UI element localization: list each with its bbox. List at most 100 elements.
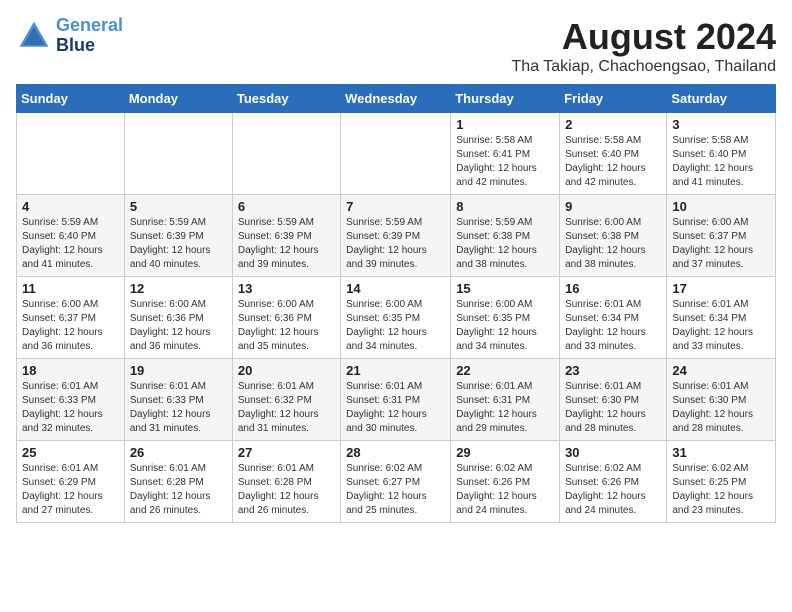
calendar-cell: 7 Sunrise: 5:59 AMSunset: 6:39 PMDaylight… — [341, 195, 451, 277]
day-number: 1 — [456, 117, 554, 132]
header-saturday: Saturday — [667, 85, 776, 113]
calendar-cell: 15 Sunrise: 6:00 AMSunset: 6:35 PMDayligh… — [451, 277, 560, 359]
day-info: Sunrise: 6:01 AMSunset: 6:30 PMDaylight:… — [565, 380, 661, 436]
day-info: Sunrise: 6:01 AMSunset: 6:29 PMDaylight:… — [22, 462, 119, 518]
calendar-cell — [341, 113, 451, 195]
day-info: Sunrise: 6:00 AMSunset: 6:38 PMDaylight:… — [565, 216, 661, 272]
calendar-cell: 21 Sunrise: 6:01 AMSunset: 6:31 PMDayligh… — [341, 359, 451, 441]
header-thursday: Thursday — [451, 85, 560, 113]
calendar-cell — [124, 113, 232, 195]
header-sunday: Sunday — [17, 85, 125, 113]
week-row-5: 25 Sunrise: 6:01 AMSunset: 6:29 PMDayligh… — [17, 441, 776, 523]
calendar-cell: 5 Sunrise: 5:59 AMSunset: 6:39 PMDaylight… — [124, 195, 232, 277]
day-number: 4 — [22, 199, 119, 214]
calendar-cell: 30 Sunrise: 6:02 AMSunset: 6:26 PMDayligh… — [560, 441, 667, 523]
day-info: Sunrise: 6:00 AMSunset: 6:37 PMDaylight:… — [672, 216, 770, 272]
day-number: 28 — [346, 445, 445, 460]
day-info: Sunrise: 6:01 AMSunset: 6:30 PMDaylight:… — [672, 380, 770, 436]
day-number: 30 — [565, 445, 661, 460]
calendar-cell: 22Sunrise: 6:01 AMSunset: 6:31 PMDayligh… — [451, 359, 560, 441]
logo-icon — [16, 18, 52, 54]
day-info: Sunrise: 6:01 AMSunset: 6:33 PMDaylight:… — [130, 380, 227, 436]
calendar-cell: 27Sunrise: 6:01 AMSunset: 6:28 PMDayligh… — [232, 441, 340, 523]
calendar-cell: 12 Sunrise: 6:00 AMSunset: 6:36 PMDayligh… — [124, 277, 232, 359]
day-info: Sunrise: 5:59 AMSunset: 6:39 PMDaylight:… — [130, 216, 227, 272]
page-header: General Blue August 2024 Tha Takiap, Cha… — [16, 16, 776, 76]
calendar-cell: 18 Sunrise: 6:01 AMSunset: 6:33 PMDayligh… — [17, 359, 125, 441]
day-number: 11 — [22, 281, 119, 296]
day-number: 29 — [456, 445, 554, 460]
week-row-4: 18 Sunrise: 6:01 AMSunset: 6:33 PMDayligh… — [17, 359, 776, 441]
day-number: 12 — [130, 281, 227, 296]
day-info: Sunrise: 6:00 AMSunset: 6:37 PMDaylight:… — [22, 298, 119, 354]
calendar-cell: 13Sunrise: 6:00 AMSunset: 6:36 PMDayligh… — [232, 277, 340, 359]
calendar-cell: 14Sunrise: 6:00 AMSunset: 6:35 PMDayligh… — [341, 277, 451, 359]
calendar-cell: 11 Sunrise: 6:00 AMSunset: 6:37 PMDayligh… — [17, 277, 125, 359]
calendar-cell: 19Sunrise: 6:01 AMSunset: 6:33 PMDayligh… — [124, 359, 232, 441]
calendar-cell: 3 Sunrise: 5:58 AMSunset: 6:40 PMDaylight… — [667, 113, 776, 195]
logo: General Blue — [16, 16, 123, 56]
calendar-subtitle: Tha Takiap, Chachoengsao, Thailand — [512, 58, 776, 76]
header-monday: Monday — [124, 85, 232, 113]
day-info: Sunrise: 6:00 AMSunset: 6:35 PMDaylight:… — [456, 298, 554, 354]
day-info: Sunrise: 6:02 AMSunset: 6:25 PMDaylight:… — [672, 462, 770, 518]
day-info: Sunrise: 6:00 AMSunset: 6:36 PMDaylight:… — [130, 298, 227, 354]
calendar-cell: 16 Sunrise: 6:01 AMSunset: 6:34 PMDayligh… — [560, 277, 667, 359]
day-info: Sunrise: 6:02 AMSunset: 6:27 PMDaylight:… — [346, 462, 445, 518]
day-info: Sunrise: 6:02 AMSunset: 6:26 PMDaylight:… — [456, 462, 554, 518]
day-number: 25 — [22, 445, 119, 460]
day-info: Sunrise: 6:01 AMSunset: 6:34 PMDaylight:… — [672, 298, 770, 354]
calendar-cell: 29 Sunrise: 6:02 AMSunset: 6:26 PMDayligh… — [451, 441, 560, 523]
day-number: 17 — [672, 281, 770, 296]
day-info: Sunrise: 5:59 AMSunset: 6:39 PMDaylight:… — [346, 216, 445, 272]
day-info: Sunrise: 6:01 AMSunset: 6:33 PMDaylight:… — [22, 380, 119, 436]
calendar-cell: 24 Sunrise: 6:01 AMSunset: 6:30 PMDayligh… — [667, 359, 776, 441]
week-row-3: 11 Sunrise: 6:00 AMSunset: 6:37 PMDayligh… — [17, 277, 776, 359]
calendar-cell: 25 Sunrise: 6:01 AMSunset: 6:29 PMDayligh… — [17, 441, 125, 523]
day-info: Sunrise: 6:02 AMSunset: 6:26 PMDaylight:… — [565, 462, 661, 518]
day-number: 16 — [565, 281, 661, 296]
day-number: 24 — [672, 363, 770, 378]
day-number: 15 — [456, 281, 554, 296]
day-number: 10 — [672, 199, 770, 214]
day-number: 14 — [346, 281, 445, 296]
day-info: Sunrise: 6:01 AMSunset: 6:31 PMDaylight:… — [346, 380, 445, 436]
calendar-cell: 6Sunrise: 5:59 AMSunset: 6:39 PMDaylight… — [232, 195, 340, 277]
calendar-cell: 1 Sunrise: 5:58 AMSunset: 6:41 PMDaylight… — [451, 113, 560, 195]
day-info: Sunrise: 5:58 AMSunset: 6:40 PMDaylight:… — [565, 134, 661, 190]
day-number: 13 — [238, 281, 335, 296]
day-info: Sunrise: 6:01 AMSunset: 6:31 PMDaylight:… — [456, 380, 554, 436]
day-number: 8 — [456, 199, 554, 214]
day-info: Sunrise: 5:58 AMSunset: 6:41 PMDaylight:… — [456, 134, 554, 190]
day-number: 23 — [565, 363, 661, 378]
calendar-cell: 4 Sunrise: 5:59 AMSunset: 6:40 PMDaylight… — [17, 195, 125, 277]
calendar-header-row: SundayMondayTuesdayWednesdayThursdayFrid… — [17, 85, 776, 113]
calendar-cell: 17 Sunrise: 6:01 AMSunset: 6:34 PMDayligh… — [667, 277, 776, 359]
day-number: 31 — [672, 445, 770, 460]
day-number: 3 — [672, 117, 770, 132]
day-number: 21 — [346, 363, 445, 378]
day-info: Sunrise: 6:01 AMSunset: 6:34 PMDaylight:… — [565, 298, 661, 354]
calendar-cell: 2 Sunrise: 5:58 AMSunset: 6:40 PMDaylight… — [560, 113, 667, 195]
calendar-cell: 26Sunrise: 6:01 AMSunset: 6:28 PMDayligh… — [124, 441, 232, 523]
calendar-cell — [17, 113, 125, 195]
calendar-cell: 9Sunrise: 6:00 AMSunset: 6:38 PMDaylight… — [560, 195, 667, 277]
calendar-cell: 8Sunrise: 5:59 AMSunset: 6:38 PMDaylight… — [451, 195, 560, 277]
day-info: Sunrise: 5:59 AMSunset: 6:40 PMDaylight:… — [22, 216, 119, 272]
day-number: 18 — [22, 363, 119, 378]
day-number: 2 — [565, 117, 661, 132]
logo-text: General Blue — [56, 16, 123, 56]
calendar-cell: 28 Sunrise: 6:02 AMSunset: 6:27 PMDayligh… — [341, 441, 451, 523]
day-number: 26 — [130, 445, 227, 460]
day-number: 7 — [346, 199, 445, 214]
calendar-cell: 31 Sunrise: 6:02 AMSunset: 6:25 PMDayligh… — [667, 441, 776, 523]
day-info: Sunrise: 5:58 AMSunset: 6:40 PMDaylight:… — [672, 134, 770, 190]
title-block: August 2024 Tha Takiap, Chachoengsao, Th… — [512, 16, 776, 76]
calendar-cell: 20Sunrise: 6:01 AMSunset: 6:32 PMDayligh… — [232, 359, 340, 441]
calendar-title: August 2024 — [512, 16, 776, 58]
week-row-1: 1 Sunrise: 5:58 AMSunset: 6:41 PMDaylight… — [17, 113, 776, 195]
day-info: Sunrise: 6:01 AMSunset: 6:32 PMDaylight:… — [238, 380, 335, 436]
day-number: 27 — [238, 445, 335, 460]
calendar-cell — [232, 113, 340, 195]
day-number: 5 — [130, 199, 227, 214]
